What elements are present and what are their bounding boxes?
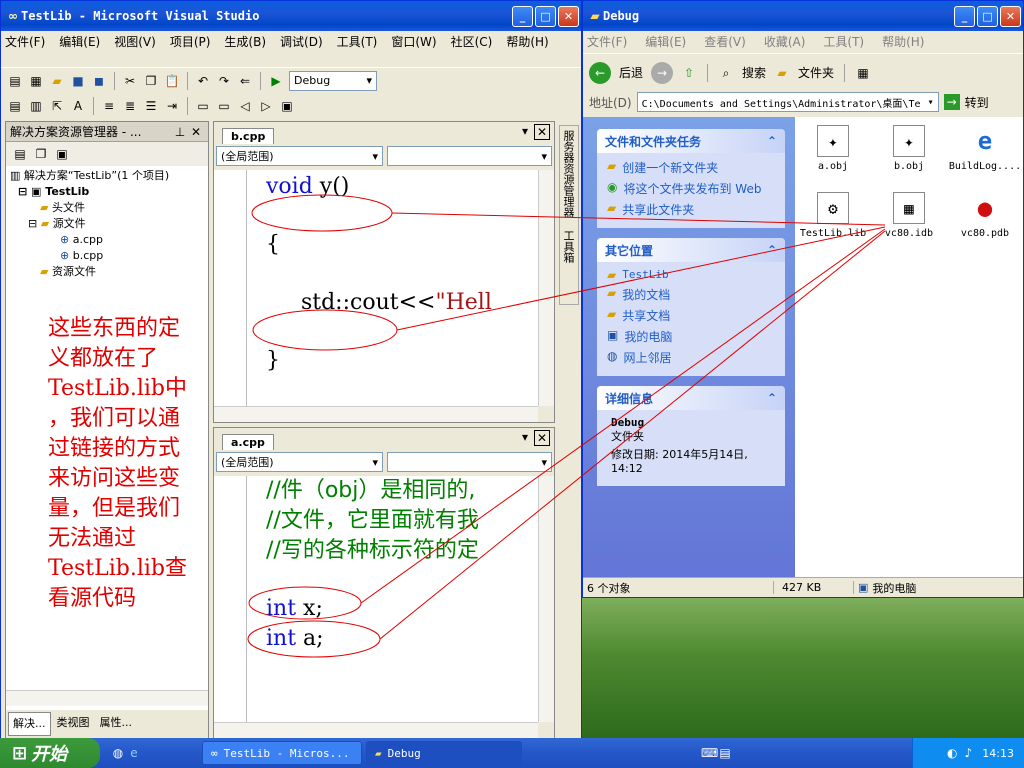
taskbar-button-label: TestLib - Micros... <box>223 746 350 760</box>
system-tray: ◐ ♪ 14:13 <box>912 738 1024 768</box>
volume-icon[interactable]: ♪ <box>960 745 976 761</box>
taskbar-button-label: Debug <box>387 746 421 760</box>
taskbar-button-debug[interactable]: ▰ Debug <box>366 741 522 765</box>
annotation-arrow <box>396 226 886 331</box>
keyboard-icon[interactable]: ⌨ <box>701 745 718 761</box>
network-tray-icon[interactable]: ◐ <box>944 745 960 761</box>
ime-icon[interactable]: ▤ <box>717 745 733 761</box>
annotation-circle-void-y <box>251 194 393 232</box>
clock[interactable]: 14:13 <box>982 747 1014 760</box>
vs-app-icon: ∞ <box>211 746 218 760</box>
start-label: 开始 <box>31 744 68 765</box>
start-button[interactable]: ⊞ 开始 <box>0 738 100 768</box>
annotation-arrow <box>379 230 886 640</box>
annotation-circle-void-b <box>252 309 398 351</box>
taskbar-button-vs[interactable]: ∞ TestLib - Micros... <box>202 741 362 765</box>
taskbar: ⊞ 开始 ◍ e ∞ TestLib - Micros... ▰ Debug ⌨ ▤ … <box>0 738 1024 768</box>
windows-logo-icon: ⊞ <box>12 742 28 764</box>
annotation-circle-int-x <box>248 586 362 620</box>
annotation-overlay <box>247 194 886 658</box>
annotation-arrow <box>360 228 886 604</box>
ie-icon[interactable]: e <box>126 745 142 761</box>
quick-launch-icon[interactable]: ◍ <box>110 745 126 761</box>
folder-icon: ▰ <box>375 746 382 760</box>
annotation-circle-int-a <box>247 620 381 658</box>
annotation-arrow <box>391 212 886 226</box>
